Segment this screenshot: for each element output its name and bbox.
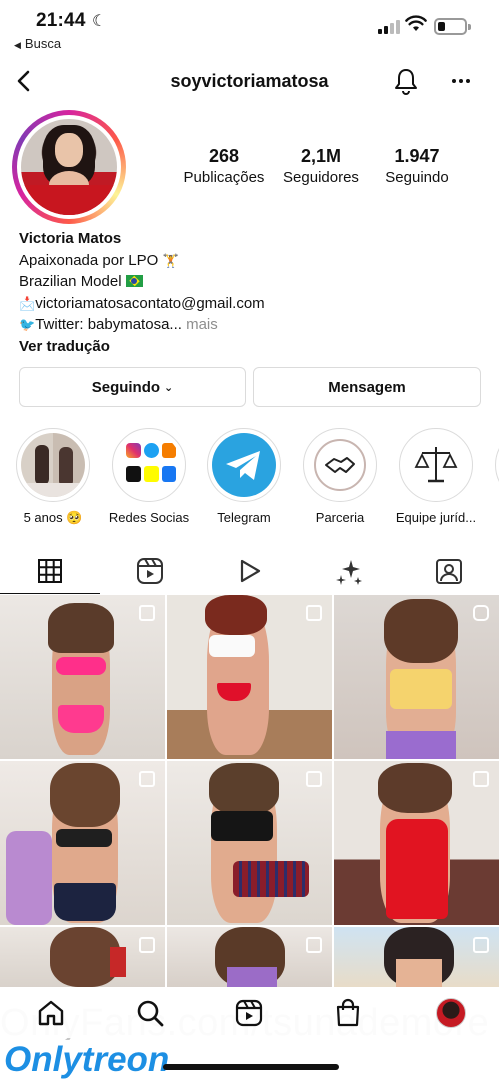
profile-header: soyvictoriamatosa: [0, 60, 499, 104]
post-thumbnail[interactable]: [0, 927, 165, 987]
posts-count[interactable]: 268 Publicações: [180, 146, 268, 188]
watermark-logo: Onlytreon: [0, 1040, 174, 1080]
profile-username: soyvictoriamatosa: [170, 71, 329, 91]
wifi-icon: [405, 15, 427, 31]
bird-icon: 🐦: [19, 317, 36, 332]
tab-effects[interactable]: [299, 548, 399, 594]
moon-icon: ☾: [92, 13, 107, 30]
following-count[interactable]: 1.947 Seguindo: [374, 146, 460, 188]
message-button[interactable]: Mensagem: [253, 367, 481, 407]
display-name: Victoria Matos: [19, 230, 122, 247]
story-highlights: 5 anos 🥺 Redes Socias Telegram Parceria: [0, 428, 499, 528]
instagram-icon: [126, 443, 141, 458]
profile-avatar-icon[interactable]: [436, 998, 466, 1028]
highlight-label: 5 anos 🥺: [23, 510, 83, 525]
grid-icon: [37, 558, 62, 583]
tab-grid[interactable]: [0, 548, 100, 594]
home-icon[interactable]: [36, 998, 66, 1028]
following-label: Seguindo: [385, 169, 449, 186]
post-thumbnail[interactable]: [334, 927, 499, 987]
post-thumbnail[interactable]: [167, 761, 332, 925]
tab-tagged[interactable]: [399, 548, 499, 594]
followers-count[interactable]: 2,1M Seguidores: [268, 146, 374, 188]
bio-line-1: Apaixonada por LPO 🏋: [19, 250, 489, 272]
cellular-signal-icon: [378, 20, 400, 34]
chevron-down-icon: ⌄: [164, 381, 174, 394]
scales-of-justice-icon: [414, 447, 458, 483]
more-dots-icon[interactable]: [446, 66, 476, 96]
following-button-label: Seguindo: [91, 378, 161, 396]
followers-label: Seguidores: [283, 169, 359, 186]
highlight-next[interactable]: [489, 428, 499, 502]
post-thumbnail[interactable]: [167, 595, 332, 759]
brazil-flag-icon: [125, 275, 143, 287]
post-thumbnail[interactable]: [334, 595, 499, 759]
bio-line-2: Brazilian Model: [19, 271, 489, 293]
tagged-person-icon: [436, 559, 463, 584]
bell-icon[interactable]: [392, 66, 420, 96]
bio-more-link[interactable]: mais: [186, 316, 218, 333]
highlight-5-anos[interactable]: 5 anos 🥺: [10, 428, 96, 526]
profile-action-buttons: Seguindo ⌄ Mensagem: [19, 367, 481, 407]
back-to-app-link[interactable]: ◀ Busca: [14, 36, 61, 51]
back-app-label: Busca: [24, 36, 62, 51]
envelope-icon: 📩: [19, 295, 36, 311]
highlight-telegram[interactable]: Telegram: [201, 428, 287, 525]
message-button-label: Mensagem: [328, 378, 406, 396]
tab-reels[interactable]: [100, 548, 200, 594]
back-triangle-icon: ◀: [14, 40, 21, 50]
reels-icon[interactable]: [234, 998, 264, 1028]
tab-videos[interactable]: [200, 548, 300, 594]
post-thumbnail[interactable]: [334, 761, 499, 925]
profile-avatar[interactable]: [12, 110, 126, 224]
post-thumbnail[interactable]: [167, 927, 332, 987]
posts-label: Publicações: [183, 169, 265, 186]
bio-line-3[interactable]: 📩victoriamatosacontato@gmail.com: [19, 293, 489, 315]
battery-icon: [434, 18, 471, 35]
twitter-icon: [144, 443, 159, 458]
shop-bag-icon[interactable]: [333, 998, 363, 1028]
following-value: 1.947: [394, 146, 440, 166]
telegram-icon: [226, 451, 260, 480]
home-indicator[interactable]: [163, 1064, 339, 1070]
bio-line-4: 🐦Twitter: babymatosa... mais: [19, 314, 489, 336]
status-bar: 21:44 ☾ ◀ Busca: [0, 0, 499, 58]
highlight-label: Telegram: [217, 510, 271, 525]
watermark-logo-part-1: Only: [4, 1040, 82, 1079]
highlight-label: Parceria: [315, 510, 365, 525]
search-icon[interactable]: [135, 998, 165, 1028]
highlight-redes-socias[interactable]: Redes Socias: [106, 428, 192, 525]
posts-value: 268: [208, 146, 240, 166]
video-play-icon: [241, 559, 261, 583]
sparkles-icon: [336, 560, 363, 585]
profile-stats: 268 Publicações 2,1M Seguidores 1.947 Se…: [180, 146, 460, 188]
facebook-icon: [162, 466, 176, 482]
profile-bio: Victoria Matos Apaixonada por LPO 🏋 Braz…: [19, 228, 489, 357]
highlight-label: Equipe juríd...: [395, 510, 477, 525]
clock-time: 21:44: [36, 10, 86, 31]
watermark-logo-part-2: treon: [81, 1040, 170, 1079]
translate-link[interactable]: Ver tradução: [19, 336, 489, 358]
weightlifter-icon: 🏋: [162, 252, 179, 268]
post-thumbnail[interactable]: [0, 761, 165, 925]
tiktok-icon: [126, 466, 141, 482]
highlight-equipe-juridica[interactable]: Equipe juríd...: [393, 428, 479, 525]
highlight-label: Redes Socias: [108, 510, 190, 525]
post-thumbnail[interactable]: [0, 595, 165, 759]
avatar-photo: [21, 119, 117, 215]
following-button[interactable]: Seguindo ⌄: [19, 367, 246, 407]
followers-value: 2,1M: [300, 146, 342, 166]
highlight-parceria[interactable]: Parceria: [297, 428, 383, 525]
reels-icon: [136, 558, 163, 584]
snapchat-icon: [144, 466, 159, 482]
bottom-navigation: [0, 992, 499, 1038]
profile-tabs: [0, 548, 499, 594]
blogger-icon: [162, 443, 176, 458]
